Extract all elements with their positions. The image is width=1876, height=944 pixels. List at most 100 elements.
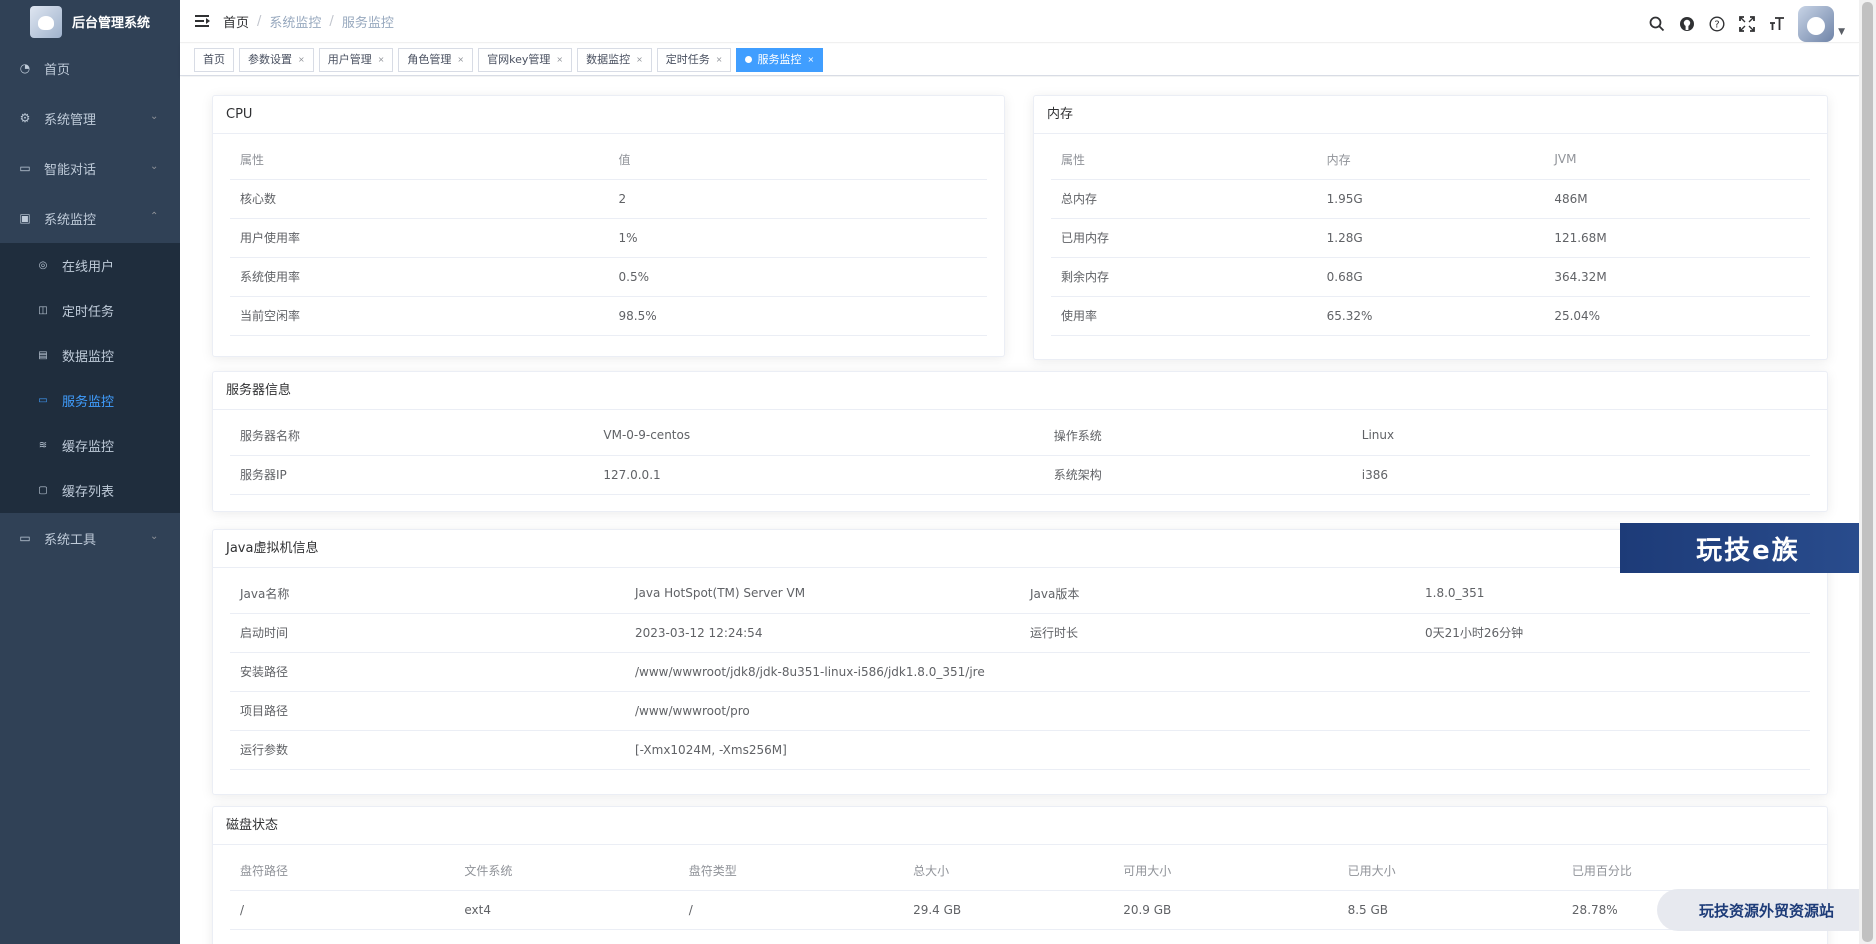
table-cell: /www/wwwroot/pro — [625, 691, 1810, 731]
close-icon[interactable]: × — [636, 49, 643, 71]
sidebar-item-home[interactable]: ◔ 首页 — [0, 43, 180, 93]
search-icon[interactable] — [1642, 9, 1672, 39]
sidebar-item-label: 系统工具 — [44, 532, 97, 548]
chevron-up-icon: ⌃ — [150, 211, 159, 222]
table-cell: 剩余内存 — [1051, 257, 1317, 297]
memory-card: 内存 属性 内存 JVM 总内存 1.95G 486M 已用内存 1.28G 121.6… — [1033, 95, 1828, 360]
table-cell: Java版本 — [1020, 574, 1415, 614]
redis-icon: ≋ — [38, 440, 48, 451]
sidebar-item-cache-monitor[interactable]: ≋ 缓存监控 — [0, 423, 180, 468]
table-cell: 25.04% — [1544, 296, 1810, 336]
table-cell: 服务器名称 — [230, 416, 594, 456]
column-header: 值 — [608, 140, 987, 180]
table-cell: 操作系统 — [1043, 416, 1352, 456]
table-row: / ext4 / 29.4 GB 20.9 GB 8.5 GB 28.78% — [230, 890, 1810, 930]
column-header: 文件系统 — [454, 851, 679, 891]
table-cell: 1% — [608, 218, 987, 258]
tag-users[interactable]: 用户管理 × — [318, 47, 394, 72]
sidebar-item-scheduled-tasks[interactable]: ◫ 定时任务 — [0, 288, 180, 333]
table-cell: 8.5 GB — [1337, 890, 1562, 930]
table-row: Java名称 Java HotSpot(TM) Server VM Java版本… — [230, 574, 1810, 614]
tool-icon: ▭ — [19, 531, 31, 545]
card-title: Java虚拟机信息 — [213, 530, 1827, 568]
table-cell: 1.95G — [1316, 179, 1545, 219]
sidebar-item-server-monitor[interactable]: ▭ 服务监控 — [0, 378, 180, 423]
sidebar-item-system[interactable]: ⚙ 系统管理 ⌄ — [0, 93, 180, 143]
sidebar: 后台管理系统 ◔ 首页 ⚙ 系统管理 ⌄ ▭ 智能对话 ⌄ ▣ 系统监控 ⌃ ◎… — [0, 0, 180, 944]
tag-server-monitor[interactable]: 服务监控 × — [736, 47, 824, 72]
table-row: 服务器名称 VM-0-9-centos 操作系统 Linux — [230, 416, 1810, 456]
table-header-row: 属性 值 — [230, 140, 987, 180]
scrollbar-thumb[interactable] — [1862, 2, 1873, 942]
tag-keys[interactable]: 官网key管理 × — [478, 47, 573, 72]
gear-icon: ⚙ — [19, 111, 31, 125]
sidebar-item-tools[interactable]: ▭ 系统工具 ⌄ — [0, 513, 180, 563]
avatar[interactable] — [1798, 6, 1835, 42]
table-cell: 65.32% — [1316, 296, 1545, 336]
tag-home[interactable]: 首页 — [194, 47, 234, 72]
logo-image — [30, 5, 62, 38]
active-dot-icon — [745, 56, 753, 63]
table-cell: i386 — [1351, 455, 1810, 495]
tag-label: 官网key管理 — [487, 52, 551, 66]
tag-label: 数据监控 — [586, 52, 631, 66]
table-row: 运行参数 [-Xmx1024M, -Xms256M] — [230, 730, 1810, 770]
table-cell: 486M — [1544, 179, 1810, 219]
server-info-table: 服务器名称 VM-0-9-centos 操作系统 Linux 服务器IP 127… — [230, 416, 1810, 495]
table-cell: 启动时间 — [230, 613, 625, 653]
font-size-icon[interactable] — [1762, 9, 1792, 39]
table-cell: 运行参数 — [230, 730, 625, 770]
hamburger-icon[interactable] — [195, 13, 211, 29]
sidebar-item-monitor[interactable]: ▣ 系统监控 ⌃ — [0, 193, 180, 243]
table-cell: 0天21小时26分钟 — [1415, 613, 1810, 653]
close-icon[interactable]: × — [378, 49, 385, 71]
server-icon: ▭ — [38, 395, 48, 406]
table-row: 服务器IP 127.0.0.1 系统架构 i386 — [230, 455, 1810, 495]
sidebar-item-cache-list[interactable]: ▢ 缓存列表 — [0, 468, 180, 513]
table-cell: 当前空闲率 — [230, 296, 609, 336]
tag-jobs[interactable]: 定时任务 × — [656, 47, 732, 72]
sidebar-item-label: 数据监控 — [62, 350, 115, 365]
table-cell: /www/wwwroot/jdk8/jdk-8u351-linux-i586/j… — [625, 652, 1810, 692]
tag-params[interactable]: 参数设置 × — [239, 47, 314, 72]
close-icon[interactable]: × — [298, 49, 305, 71]
sidebar-item-label: 系统管理 — [44, 112, 97, 128]
tag-data-monitor[interactable]: 数据监控 × — [577, 47, 652, 72]
tag-label: 参数设置 — [248, 52, 292, 66]
tag-label: 用户管理 — [327, 52, 372, 66]
tag-label: 定时任务 — [665, 52, 710, 66]
sidebar-item-chat[interactable]: ▭ 智能对话 ⌄ — [0, 143, 180, 193]
tag-roles[interactable]: 角色管理 × — [398, 47, 474, 72]
sidebar-item-label: 在线用户 — [62, 260, 115, 275]
github-icon[interactable] — [1672, 9, 1702, 39]
help-icon[interactable]: ? — [1702, 9, 1732, 39]
column-header: JVM — [1544, 140, 1810, 180]
breadcrumb-separator: / — [329, 13, 334, 29]
table-cell: 121.68M — [1544, 218, 1810, 258]
sidebar-item-online-users[interactable]: ◎ 在线用户 — [0, 243, 180, 288]
breadcrumb-home[interactable]: 首页 — [223, 12, 249, 31]
column-header: 盘符路径 — [230, 851, 455, 891]
tag-label: 首页 — [203, 52, 225, 66]
table-cell: [-Xmx1024M, -Xms256M] — [625, 730, 1810, 770]
table-row: 安装路径 /www/wwwroot/jdk8/jdk-8u351-linux-i… — [230, 652, 1810, 692]
column-header: 已用百分比 — [1561, 851, 1810, 891]
table-cell: 已用内存 — [1051, 218, 1317, 258]
app-title: 后台管理系统 — [72, 16, 151, 31]
table-cell: 2 — [608, 179, 987, 219]
sidebar-logo[interactable]: 后台管理系统 — [0, 0, 180, 43]
table-row: 项目路径 /www/wwwroot/pro — [230, 691, 1810, 731]
table-cell: Linux — [1351, 416, 1810, 456]
table-row: 总内存 1.95G 486M — [1051, 179, 1810, 219]
close-icon[interactable]: × — [716, 49, 723, 71]
caret-down-icon[interactable]: ▼ — [1838, 27, 1845, 37]
column-header: 可用大小 — [1113, 851, 1338, 891]
breadcrumb-parent: 系统监控 — [269, 15, 322, 31]
breadcrumb-separator: / — [257, 13, 262, 29]
close-icon[interactable]: × — [807, 49, 814, 71]
table-row: 已用内存 1.28G 121.68M — [1051, 218, 1810, 258]
sidebar-item-data-monitor[interactable]: ▤ 数据监控 — [0, 333, 180, 378]
close-icon[interactable]: × — [457, 49, 464, 71]
close-icon[interactable]: × — [556, 49, 563, 71]
fullscreen-icon[interactable] — [1732, 9, 1762, 39]
